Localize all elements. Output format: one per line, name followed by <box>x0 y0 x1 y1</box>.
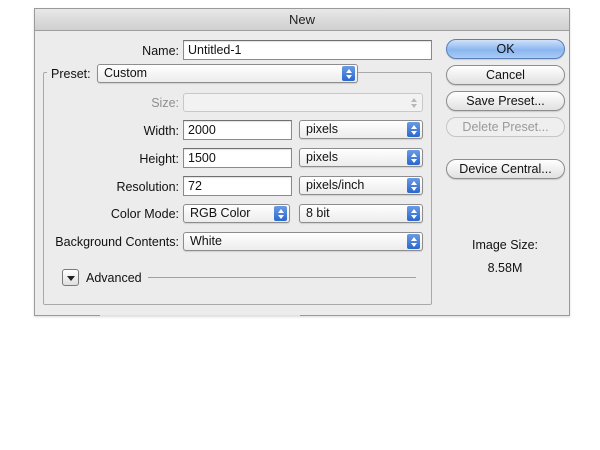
image-size-value: 8.58M <box>487 261 523 275</box>
size-select[interactable] <box>183 93 423 112</box>
name-input[interactable]: Untitled-1 <box>183 40 432 60</box>
height-input[interactable]: 1500 <box>183 148 292 168</box>
width-label: Width: <box>143 124 179 138</box>
updown-arrows-icon <box>407 95 420 110</box>
preset-value: Custom <box>104 66 148 80</box>
updown-arrows-icon <box>407 178 420 193</box>
resolution-unit-select[interactable]: pixels/inch <box>299 176 423 195</box>
width-unit-select[interactable]: pixels <box>299 120 423 139</box>
updown-arrows-icon <box>407 122 420 137</box>
updown-arrows-icon <box>407 150 420 165</box>
color-mode-select[interactable]: RGB Color <box>183 204 290 223</box>
updown-arrows-icon <box>274 206 287 221</box>
color-mode-value: RGB Color <box>190 206 251 220</box>
height-unit-value: pixels <box>306 150 338 164</box>
background-strip <box>100 315 300 316</box>
height-label: Height: <box>139 152 179 166</box>
delete-preset-button[interactable]: Delete Preset... <box>446 117 565 137</box>
background-contents-select[interactable]: White <box>183 232 423 251</box>
bit-depth-value: 8 bit <box>306 206 330 220</box>
preset-label: Preset: <box>47 65 103 83</box>
resolution-input[interactable]: 72 <box>183 176 292 196</box>
advanced-separator <box>148 277 416 278</box>
image-size-label: Image Size: <box>471 238 538 252</box>
ok-button[interactable]: OK <box>446 39 565 59</box>
device-central-button[interactable]: Device Central... <box>446 159 565 179</box>
background-contents-value: White <box>190 234 222 248</box>
updown-arrows-icon <box>407 234 420 249</box>
resolution-unit-value: pixels/inch <box>306 178 365 192</box>
size-label: Size: <box>151 96 179 110</box>
bit-depth-select[interactable]: 8 bit <box>299 204 423 223</box>
width-unit-value: pixels <box>306 122 338 136</box>
width-input[interactable]: 2000 <box>183 120 292 140</box>
save-preset-button[interactable]: Save Preset... <box>446 91 565 111</box>
disclosure-triangle-icon <box>67 276 75 281</box>
new-document-dialog: New Name: Untitled-1 Preset: Custom Size… <box>34 8 570 316</box>
advanced-label: Advanced <box>86 271 142 285</box>
color-mode-label: Color Mode: <box>110 207 179 221</box>
name-label: Name: <box>142 44 179 58</box>
preset-select[interactable]: Custom <box>97 64 358 83</box>
height-unit-select[interactable]: pixels <box>299 148 423 167</box>
advanced-disclosure-button[interactable] <box>62 269 79 286</box>
updown-arrows-icon <box>342 66 355 81</box>
resolution-label: Resolution: <box>116 180 179 194</box>
updown-arrows-icon <box>407 206 420 221</box>
background-contents-label: Background Contents: <box>55 235 179 249</box>
dialog-title: New <box>35 9 569 31</box>
cancel-button[interactable]: Cancel <box>446 65 565 85</box>
